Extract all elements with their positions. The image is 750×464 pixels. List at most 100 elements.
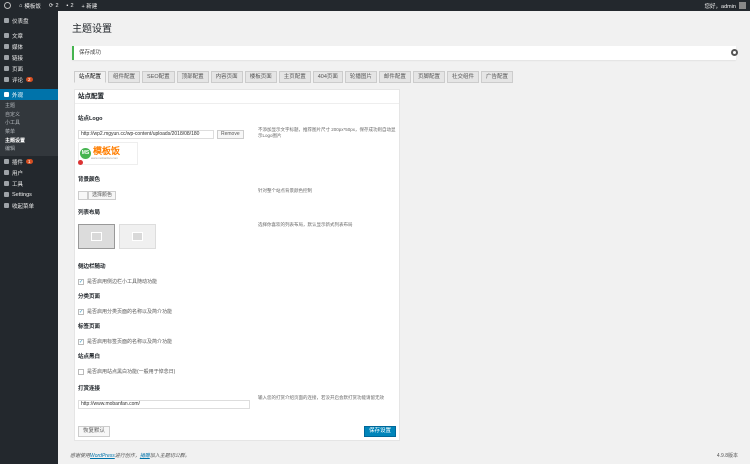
tab-404[interactable]: 404页面 <box>312 71 343 83</box>
wordpress-link[interactable]: WordPress <box>90 453 115 459</box>
tab-carousel[interactable]: 轮播图片 <box>344 71 377 83</box>
donate-link[interactable]: 捐赠 <box>140 453 150 459</box>
version-text: 4.9.8版本 <box>716 453 738 459</box>
tag-section: 标签页面 ✓ 是否启用标签页面的名称以及简介功能 <box>78 322 172 345</box>
reward-section: 打赏连接 http://www.mobanfan.com/ <box>78 384 250 409</box>
reset-defaults-button[interactable]: 恢复默认 <box>78 426 111 437</box>
wordpress-icon <box>4 2 11 9</box>
settings-icon <box>4 192 9 198</box>
category-section: 分类页面 ✓ 是否启用分类页面的名称以及简介功能 <box>78 292 172 315</box>
plugins-count-badge: 1 <box>26 159 33 165</box>
collapse-menu[interactable]: 收起菜单 <box>0 200 58 211</box>
reward-label: 打赏连接 <box>78 386 101 392</box>
category-checkbox[interactable]: ✓ <box>78 308 84 315</box>
new-content-link[interactable]: + 新建 <box>78 0 102 11</box>
menu-dashboard[interactable]: 仪表盘 <box>0 15 58 26</box>
submenu-widgets[interactable]: 小工具 <box>0 119 58 128</box>
sidebar-follow-checkbox[interactable]: ✓ <box>78 278 84 285</box>
color-swatch[interactable] <box>78 191 88 200</box>
media-icon <box>4 44 9 49</box>
brush-icon <box>4 92 9 97</box>
menu-pages[interactable]: 页面 <box>0 63 58 74</box>
menu-links[interactable]: 链接 <box>0 52 58 63</box>
admin-sidebar: 仪表盘 文章 媒体 链接 页面 评论 2 外观 主题 自定义 小工具 菜单 主题设… <box>0 11 58 464</box>
tab-ads[interactable]: 广告配置 <box>480 71 513 83</box>
tab-content[interactable]: 内容页面 <box>210 71 243 83</box>
submenu-editor[interactable]: 编辑 <box>0 145 58 154</box>
blackwhite-checkbox[interactable] <box>78 368 84 375</box>
site-name-link[interactable]: ⌂ 模板饭 <box>15 0 45 11</box>
updates-link[interactable]: ⟳ 2 <box>45 0 63 11</box>
blackwhite-text: 是否启用站点黑白功能(一般用于悼念日) <box>87 369 176 375</box>
menu-appearance[interactable]: 外观 <box>0 89 58 100</box>
logo-preview: MS 模板饭 www.mobanfan.com <box>78 142 138 165</box>
comments-count-badge: 2 <box>26 77 33 82</box>
user-icon <box>4 170 9 176</box>
image-icon <box>132 232 143 241</box>
comments-link[interactable]: ▪ 2 <box>63 0 78 11</box>
page-icon <box>4 66 9 71</box>
account-menu[interactable]: 您好，admin <box>705 2 750 10</box>
layout-option-1[interactable] <box>78 224 115 249</box>
logo-mark: MS <box>80 148 91 159</box>
appearance-submenu: 主题 自定义 小工具 菜单 主题设置 编辑 <box>0 100 58 157</box>
submenu-themes[interactable]: 主题 <box>0 102 58 111</box>
remove-image-icon[interactable] <box>78 160 83 165</box>
menu-users[interactable]: 用户 <box>0 167 58 178</box>
success-notice: 保存成功 <box>72 46 736 60</box>
comment-icon <box>4 77 9 82</box>
tab-header[interactable]: 顶部配置 <box>176 71 209 83</box>
gear-icon[interactable] <box>731 49 738 56</box>
avatar <box>739 2 746 9</box>
bgcolor-description: 针对整个站点背景颜色控制 <box>258 188 312 193</box>
submenu-customize[interactable]: 自定义 <box>0 111 58 120</box>
logo-label: 站点Logo <box>78 116 103 122</box>
sidebar-follow-text: 是否启用侧边栏小工具随动功能 <box>87 279 158 285</box>
tag-checkbox[interactable]: ✓ <box>78 338 84 345</box>
bgcolor-section: 背景颜色 选择颜色 <box>78 175 117 200</box>
save-settings-button[interactable]: 保存设置 <box>363 426 396 437</box>
tab-mail[interactable]: 邮件配置 <box>378 71 411 83</box>
tab-floor[interactable]: 楼板页面 <box>244 71 277 83</box>
menu-media[interactable]: 媒体 <box>0 41 58 52</box>
dashboard-icon <box>4 18 9 23</box>
tab-seo[interactable]: SEO配置 <box>142 71 175 83</box>
sidebar-follow-section: 侧边栏随动 ✓ 是否启用侧边栏小工具随动功能 <box>78 262 157 285</box>
category-label: 分类页面 <box>78 294 101 300</box>
submenu-theme-settings[interactable]: 主题设置 <box>0 137 58 146</box>
menu-settings[interactable]: Settings <box>0 189 58 200</box>
layout-option-2[interactable] <box>119 224 156 249</box>
tab-footer[interactable]: 页脚配置 <box>412 71 445 83</box>
select-color-button[interactable]: 选择颜色 <box>88 191 117 200</box>
tab-social[interactable]: 社交组件 <box>446 71 479 83</box>
list-layout-label: 列表布局 <box>78 210 101 216</box>
sidebar-follow-label: 侧边栏随动 <box>78 264 106 270</box>
list-layout-description: 选择你喜欢的列表布局，默认显示新式列表布局 <box>258 222 353 227</box>
collapse-icon <box>4 203 9 209</box>
logo-description: 不添加显示文字标题，推荐图片尺寸 200px*50px，保存成功则自动显示Log… <box>258 127 396 138</box>
submenu-menus[interactable]: 菜单 <box>0 128 58 137</box>
reward-url-input[interactable]: http://www.mobanfan.com/ <box>78 400 250 409</box>
tab-site[interactable]: 站点配置 <box>74 71 107 83</box>
menu-tools[interactable]: 工具 <box>0 178 58 189</box>
pin-icon <box>4 33 9 38</box>
wrench-icon <box>4 181 9 187</box>
logo-text: 模板饭 <box>93 146 121 156</box>
reward-description: 输入您的打赏介绍页面的连接，若没开启会默打赏功能请留无效 <box>258 395 384 400</box>
logo-section: 站点Logo http://wp2.mgyun.cc/wp-content/up… <box>78 114 244 165</box>
bgcolor-label: 背景颜色 <box>78 177 101 183</box>
tab-home[interactable]: 主页配置 <box>278 71 311 83</box>
wp-logo-menu[interactable] <box>0 0 15 11</box>
home-icon: ⌂ <box>19 2 23 9</box>
menu-comments[interactable]: 评论 2 <box>0 74 58 85</box>
remove-logo-button[interactable]: Remove <box>217 130 244 139</box>
admin-bar: ⌂ 模板饭 ⟳ 2 ▪ 2 + 新建 您好，admin <box>0 0 750 11</box>
page-title: 主题设置 <box>72 24 112 35</box>
list-layout-section: 列表布局 <box>78 208 156 249</box>
tab-components[interactable]: 组件配置 <box>108 71 141 83</box>
menu-plugins[interactable]: 插件 1 <box>0 156 58 167</box>
logo-url-input[interactable]: http://wp2.mgyun.cc/wp-content/uploads/2… <box>78 130 214 139</box>
settings-panel: 站点配置 站点Logo http://wp2.mgyun.cc/wp-conte… <box>74 89 400 441</box>
blackwhite-label: 站点黑白 <box>78 354 101 360</box>
menu-posts[interactable]: 文章 <box>0 30 58 41</box>
